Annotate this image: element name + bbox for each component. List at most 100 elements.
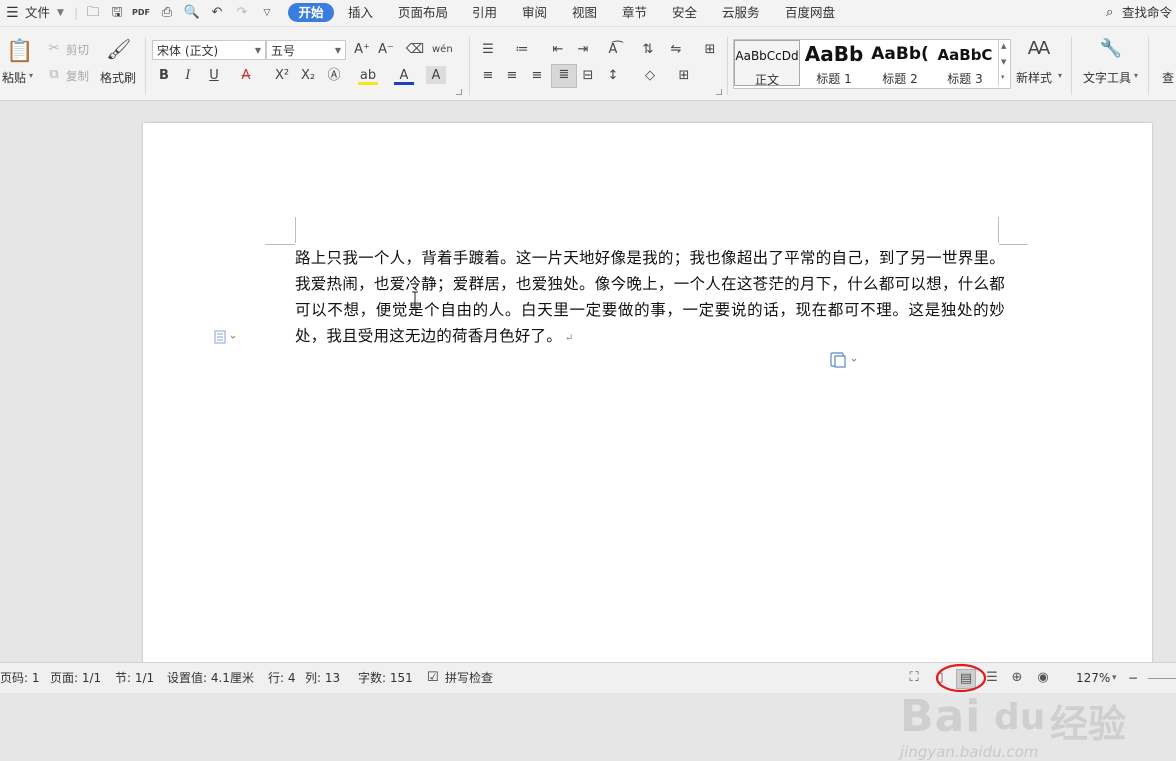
open-folder-icon[interactable]: 🗀 [84, 4, 102, 22]
sort-icon[interactable]: ⇅ [638, 40, 658, 60]
column-status[interactable]: 列: 13 [305, 663, 340, 693]
document-paragraph[interactable]: 路上只我一个人，背着手踱着。这一片天地好像是我的；我也像超出了平常的自己，到了另… [295, 245, 1005, 352]
new-style-icon[interactable]: Ꜳ [1026, 39, 1052, 65]
tab-cloud-service[interactable]: 云服务 [722, 0, 760, 26]
print-icon[interactable]: ⎙ [158, 4, 176, 22]
tab-page-layout[interactable]: 页面布局 [398, 0, 448, 26]
save-icon[interactable]: 🖫 [108, 4, 126, 22]
copy-button[interactable]: 复制 [66, 68, 89, 84]
word-count-status[interactable]: 字数: 151 [358, 663, 413, 693]
page-count-status[interactable]: 页面: 1/1 [50, 663, 101, 693]
char-shading-icon[interactable]: A [426, 66, 446, 84]
row-status[interactable]: 行: 4 [268, 663, 296, 693]
font-name-select[interactable]: 宋体 (正文) ▼ [152, 40, 266, 60]
more-styles-icon[interactable]: ▾ [1001, 73, 1005, 81]
eye-protection-icon[interactable]: ◉ [1034, 669, 1052, 687]
zoom-out-icon[interactable]: − [1128, 663, 1138, 693]
align-right-icon[interactable]: ≡ [527, 66, 547, 86]
redo-icon[interactable]: ↷ [233, 4, 251, 22]
document-page[interactable]: 路上只我一个人，背着手踱着。这一片天地好像是我的；我也像超出了平常的自己，到了另… [143, 123, 1152, 683]
chevron-down-icon[interactable]: ▾ [1058, 71, 1062, 80]
clear-format-icon[interactable]: ⌫ [405, 40, 425, 60]
hamburger-menu-icon[interactable]: ☰ [6, 0, 19, 26]
paragraph-settings-icon[interactable] [214, 330, 238, 344]
search-command[interactable]: 查找命令 [1122, 0, 1172, 26]
borders-icon[interactable]: ⊞ [674, 66, 694, 86]
spell-check-button[interactable]: 拼写检查 [445, 663, 493, 693]
grow-font-icon[interactable]: A⁺ [352, 40, 372, 60]
text-effect-icon[interactable]: Ⓐ [324, 66, 344, 86]
web-view-icon[interactable]: ⊕ [1008, 669, 1026, 687]
style-heading-3[interactable]: AaBbC 标题 3 [933, 40, 997, 86]
shrink-font-icon[interactable]: A⁻ [376, 40, 396, 60]
paste-chevron-icon[interactable]: ▾ [29, 71, 33, 80]
copy-icon[interactable]: ⧉ [44, 65, 64, 85]
print-preview-icon[interactable]: 🔍 [183, 4, 201, 22]
style-normal[interactable]: AaBbCcDd 正文 [734, 40, 800, 87]
paste-icon[interactable]: 📋 [6, 39, 33, 65]
justify-icon[interactable]: ≣ [551, 64, 577, 88]
cut-button[interactable]: 剪切 [66, 42, 89, 58]
file-menu-chevron-icon[interactable]: ▼ [57, 0, 64, 26]
spell-check-icon[interactable]: ☑ [427, 663, 439, 693]
line-spacing-icon[interactable]: ↕ [603, 66, 623, 86]
font-dialog-launcher[interactable] [456, 89, 462, 95]
zoom-level[interactable]: 127% [1076, 663, 1110, 693]
numbered-list-icon[interactable]: ≔ [512, 40, 532, 60]
find-button[interactable]: 查 [1162, 69, 1174, 86]
undo-icon[interactable]: ↶ [208, 4, 226, 22]
customize-toolbar-icon[interactable]: ▽ [258, 4, 276, 22]
font-color-icon[interactable]: A [394, 66, 414, 85]
increase-indent-icon[interactable]: ⇥ [573, 40, 593, 60]
export-pdf-icon[interactable]: PDF [132, 4, 150, 22]
underline-icon[interactable]: U [204, 66, 224, 86]
superscript-icon[interactable]: X² [272, 66, 292, 86]
fullscreen-icon[interactable]: ⛶ [905, 669, 923, 687]
gallery-scroll[interactable]: ▲ ▼ ▾ [998, 40, 1010, 86]
paragraph-shading-icon[interactable]: ◇ [640, 66, 660, 86]
show-hide-marks-icon[interactable]: ⇋ [666, 40, 686, 60]
setting-value-status[interactable]: 设置值: 4.1厘米 [167, 663, 254, 693]
bullet-list-icon[interactable]: ☰ [478, 40, 498, 60]
tab-references[interactable]: 引用 [472, 0, 497, 26]
section-status[interactable]: 节: 1/1 [115, 663, 154, 693]
tab-baidu-netdisk[interactable]: 百度网盘 [785, 0, 835, 26]
page-code-status[interactable]: 页码: 1 [0, 663, 40, 693]
wrench-icon[interactable]: 🔧 [1098, 39, 1124, 65]
bold-icon[interactable]: B [154, 66, 174, 86]
zoom-slider[interactable] [1148, 678, 1176, 679]
text-box-icon[interactable]: ⊞ [700, 40, 720, 60]
chinese-layout-icon[interactable]: A͡ [603, 40, 623, 60]
strikethrough-icon[interactable]: A [236, 66, 256, 86]
subscript-icon[interactable]: X₂ [298, 66, 318, 86]
file-menu[interactable]: 文件 [25, 0, 50, 26]
font-size-select[interactable]: 五号 ▼ [266, 40, 346, 60]
format-painter-icon[interactable]: 🖌 [106, 39, 131, 63]
style-heading-2[interactable]: AaBb( 标题 2 [867, 40, 933, 86]
cut-icon[interactable]: ✂ [44, 39, 64, 59]
tab-review[interactable]: 审阅 [522, 0, 547, 26]
format-painter-button[interactable]: 格式刷 [100, 69, 136, 86]
scroll-up-icon[interactable]: ▲ [1001, 42, 1006, 50]
tab-security[interactable]: 安全 [672, 0, 697, 26]
paragraph-dialog-launcher[interactable] [716, 89, 722, 95]
tab-view[interactable]: 视图 [572, 0, 597, 26]
style-heading-1[interactable]: AaBb 标题 1 [801, 40, 867, 86]
tab-chapter[interactable]: 章节 [622, 0, 647, 26]
tab-insert[interactable]: 插入 [348, 0, 373, 26]
align-left-icon[interactable]: ≡ [478, 66, 498, 86]
text-tools-button[interactable]: 文字工具 [1083, 69, 1131, 86]
italic-icon[interactable]: I [178, 66, 198, 86]
align-center-icon[interactable]: ≡ [502, 66, 522, 86]
new-style-button[interactable]: 新样式 [1016, 69, 1052, 86]
decrease-indent-icon[interactable]: ⇤ [548, 40, 568, 60]
document-area[interactable]: 路上只我一个人，背着手踱着。这一片天地好像是我的；我也像超出了平常的自己，到了另… [0, 101, 1176, 761]
paste-options-icon[interactable] [829, 351, 861, 369]
chevron-down-icon[interactable]: ▾ [1134, 71, 1138, 80]
tab-start[interactable]: 开始 [288, 3, 334, 22]
search-icon[interactable]: ⌕ [1106, 0, 1113, 26]
phonetic-guide-icon[interactable]: wén [432, 40, 453, 60]
scroll-down-icon[interactable]: ▼ [1001, 58, 1006, 66]
zoom-chevron-icon[interactable]: ▾ [1112, 663, 1117, 693]
paste-button[interactable]: 粘贴 [2, 69, 26, 86]
